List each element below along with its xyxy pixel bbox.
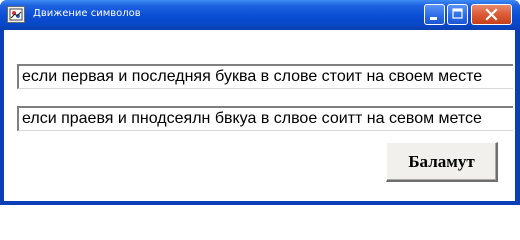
close-icon xyxy=(485,8,498,21)
title-bar[interactable]: Движение символов xyxy=(0,0,520,30)
minimize-icon xyxy=(430,17,437,20)
app-icon[interactable] xyxy=(7,6,25,23)
window-title: Движение символов xyxy=(33,8,141,19)
close-button[interactable] xyxy=(471,4,512,25)
scramble-button[interactable]: Баламут xyxy=(386,142,498,182)
maximize-button[interactable] xyxy=(447,4,468,25)
app-window: Движение символов Баламут xyxy=(0,0,520,205)
client-area: Баламут xyxy=(4,30,515,201)
maximize-icon xyxy=(452,8,463,19)
original-text-field[interactable] xyxy=(17,64,513,89)
minimize-button[interactable] xyxy=(424,4,445,25)
scrambled-text-field[interactable] xyxy=(17,106,513,131)
